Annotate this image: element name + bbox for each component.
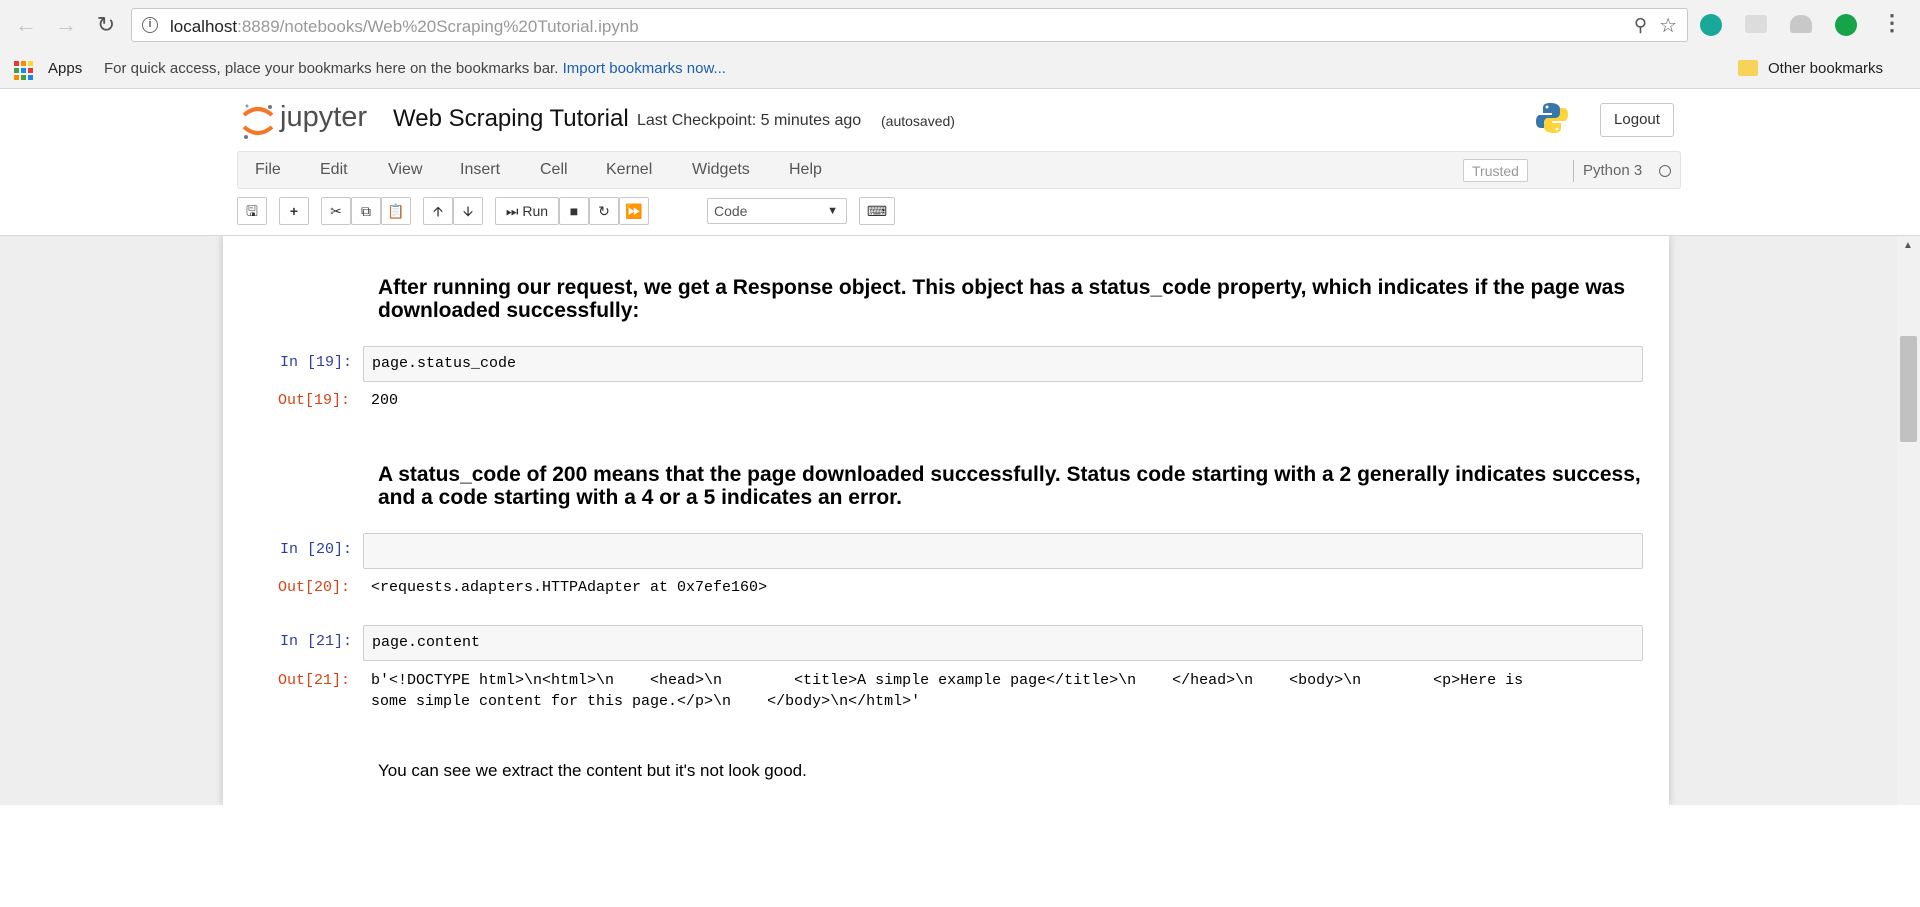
info-icon[interactable]: i — [142, 17, 158, 33]
output-20: <requests.adapters.HTTPAdapter at 0x7efe… — [371, 579, 768, 596]
menu-edit[interactable]: Edit — [320, 161, 348, 179]
cell-type-select[interactable]: Code ▼ — [707, 198, 847, 224]
markdown-cell-response[interactable]: After running our request, we get a Resp… — [378, 276, 1648, 322]
notebook-toolbar: 🖫 + ✂ ⧉ 📋 🡩 🡫 ⏭ Run ■ ↻ ⏩ Code ▼ ⌨ — [237, 197, 937, 227]
kernel-name[interactable]: Python 3 — [1583, 162, 1642, 179]
folder-icon — [1738, 60, 1758, 76]
trusted-indicator[interactable]: Trusted — [1463, 159, 1528, 182]
checkpoint-status: Last Checkpoint: 5 minutes ago — [637, 112, 862, 129]
menu-cell[interactable]: Cell — [540, 161, 568, 179]
bookmarks-hint-text: For quick access, place your bookmarks h… — [104, 60, 559, 77]
interrupt-stop-icon[interactable]: ■ — [559, 197, 589, 225]
run-label: Run — [522, 203, 549, 219]
copy-icon[interactable]: ⧉ — [351, 197, 381, 225]
forward-arrow-icon[interactable]: → — [52, 11, 80, 39]
kernel-idle-icon — [1659, 165, 1671, 177]
notebook-scroll-area: After running our request, we get a Resp… — [0, 236, 1920, 805]
menu-view[interactable]: View — [388, 161, 422, 179]
kernel-separator — [1573, 160, 1574, 182]
chevron-down-icon: ▼ — [827, 205, 838, 217]
command-palette-keyboard-icon[interactable]: ⌨ — [859, 197, 895, 225]
code-cell-19[interactable]: page.status_code — [363, 346, 1643, 382]
url-path: :8889/notebooks/Web%20Scraping%20Tutoria… — [237, 17, 639, 36]
jupyter-logo-text: jupyter — [280, 101, 368, 133]
logout-button[interactable]: Logout — [1600, 103, 1674, 137]
url-bar[interactable]: i localhost:8889/notebooks/Web%20Scrapin… — [131, 8, 1688, 42]
code-cell-20[interactable] — [363, 533, 1643, 569]
cell-type-value: Code — [714, 203, 748, 219]
reload-icon[interactable]: ↻ — [92, 11, 120, 39]
markdown-cell-content-note[interactable]: You can see we extract the content but i… — [378, 759, 1578, 782]
extension-icon-teal[interactable] — [1700, 14, 1722, 36]
output-prompt-20: Out[20]: — [278, 579, 351, 596]
output-21-line-1: b'<!DOCTYPE html>\n<html>\n <head>\n <ti… — [371, 672, 1524, 689]
save-icon[interactable]: 🖫 — [237, 197, 267, 225]
paste-icon[interactable]: 📋 — [381, 197, 411, 225]
menu-widgets[interactable]: Widgets — [692, 161, 750, 179]
output-prompt-21: Out[21]: — [278, 672, 351, 689]
jupyter-logo-icon[interactable] — [240, 101, 276, 141]
output-21-line-2: some simple content for this page.</p>\n… — [371, 693, 921, 710]
browser-window: ← → ↻ i localhost:8889/notebooks/Web%20S… — [0, 0, 1920, 805]
autosave-status: (autosaved) — [881, 113, 955, 129]
import-bookmarks-link[interactable]: Import bookmarks now... — [563, 60, 726, 77]
browser-menu-icon[interactable]: ⋮ — [1881, 10, 1903, 36]
run-step-icon: ⏭ — [505, 203, 519, 219]
address-bar-row: ← → ↻ i localhost:8889/notebooks/Web%20S… — [0, 0, 1920, 50]
other-bookmarks[interactable]: Other bookmarks — [1768, 60, 1883, 77]
insert-cell-icon[interactable]: + — [279, 197, 309, 225]
extension-icon-screenshot[interactable] — [1745, 15, 1767, 33]
url-host: localhost — [170, 17, 238, 36]
output-prompt-19: Out[19]: — [278, 392, 351, 409]
output-19: 200 — [371, 392, 399, 409]
cut-icon[interactable]: ✂ — [321, 197, 351, 225]
restart-icon[interactable]: ↻ — [589, 197, 619, 225]
notebook-name[interactable]: Web Scraping Tutorial — [393, 105, 629, 133]
extension-icon-cloud[interactable] — [1790, 15, 1812, 33]
menu-bar: File Edit View Insert Cell Kernel Widget… — [237, 151, 1681, 189]
move-up-icon[interactable]: 🡩 — [423, 197, 453, 225]
bookmarks-bar: Apps For quick access, place your bookma… — [0, 50, 1920, 89]
notebook-container: After running our request, we get a Resp… — [223, 236, 1669, 805]
zoom-icon[interactable]: ⚲ — [1634, 15, 1647, 36]
menu-help[interactable]: Help — [789, 161, 822, 179]
menu-insert[interactable]: Insert — [460, 161, 500, 179]
markdown-cell-status-code[interactable]: A status_code of 200 means that the page… — [378, 463, 1648, 509]
run-button[interactable]: ⏭ Run — [495, 197, 559, 225]
extension-icon-grammarly[interactable] — [1835, 14, 1857, 36]
scrollbar-thumb[interactable] — [1900, 336, 1917, 442]
bookmark-star-icon[interactable]: ☆ — [1659, 13, 1677, 38]
code-cell-21[interactable]: page.content — [363, 625, 1643, 661]
python-logo-icon — [1536, 103, 1568, 133]
menu-file[interactable]: File — [255, 161, 281, 179]
move-down-icon[interactable]: 🡫 — [453, 197, 483, 225]
url-text: localhost:8889/notebooks/Web%20Scraping%… — [170, 17, 639, 37]
menu-kernel[interactable]: Kernel — [606, 161, 652, 179]
back-arrow-icon[interactable]: ← — [12, 11, 40, 39]
apps-link[interactable]: Apps — [48, 60, 82, 77]
page-scrollbar[interactable]: ▲ — [1897, 236, 1920, 805]
jupyter-header: jupyter Web Scraping Tutorial Last Check… — [0, 89, 1920, 236]
apps-grid-icon[interactable] — [14, 61, 33, 80]
restart-run-all-icon[interactable]: ⏩ — [619, 197, 649, 225]
bookmarks-hint: For quick access, place your bookmarks h… — [104, 60, 726, 77]
scroll-up-arrow-icon[interactable]: ▲ — [1903, 240, 1913, 251]
